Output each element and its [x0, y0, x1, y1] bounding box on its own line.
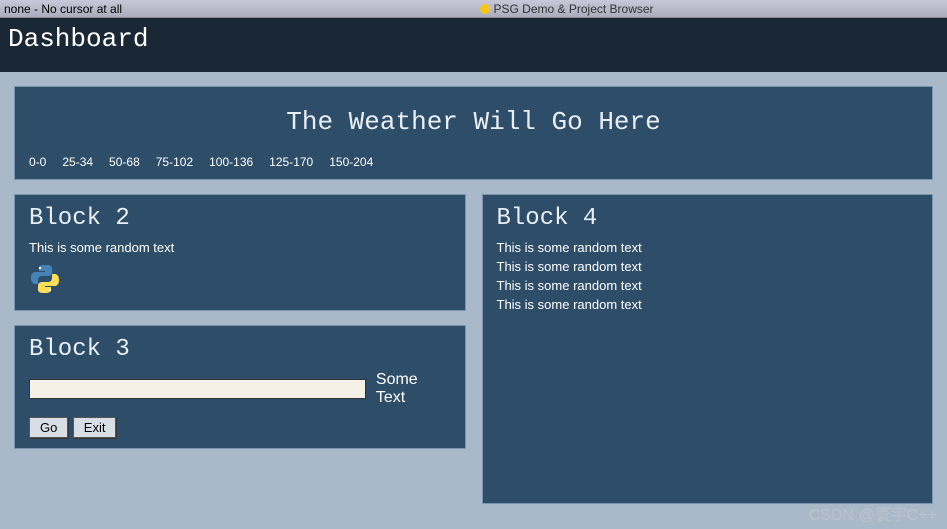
titlebar-right-text: PSG Demo & Project Browser — [494, 2, 654, 16]
block-4-line: This is some random text — [497, 297, 919, 312]
block-3-title: Block 3 — [29, 336, 451, 363]
page-title: Dashboard — [8, 24, 148, 54]
range-item: 150-204 — [329, 155, 373, 169]
range-item: 0-0 — [29, 155, 46, 169]
range-item: 25-34 — [62, 155, 93, 169]
weather-panel: The Weather Will Go Here 0-0 25-34 50-68… — [14, 86, 933, 180]
block-4-line: This is some random text — [497, 240, 919, 255]
block-4-title: Block 4 — [497, 205, 919, 232]
block-2-title: Block 2 — [29, 205, 451, 232]
weather-ranges: 0-0 25-34 50-68 75-102 100-136 125-170 1… — [29, 155, 918, 169]
range-item: 50-68 — [109, 155, 140, 169]
titlebar-right: PSG Demo & Project Browser — [472, 2, 947, 16]
block-4-panel: Block 4 This is some random text This is… — [482, 194, 934, 504]
block-3-label: Some Text — [376, 371, 451, 407]
python-icon — [29, 263, 451, 300]
exit-button[interactable]: Exit — [73, 417, 117, 438]
window-titlebar: none - No cursor at all PSG Demo & Proje… — [0, 0, 947, 18]
range-item: 100-136 — [209, 155, 253, 169]
block-4-line: This is some random text — [497, 278, 919, 293]
block-2-panel: Block 2 This is some random text — [14, 194, 466, 311]
lightbulb-icon — [480, 4, 490, 14]
titlebar-left-text: none - No cursor at all — [0, 2, 472, 16]
block-3-input[interactable] — [29, 379, 366, 399]
range-item: 125-170 — [269, 155, 313, 169]
go-button[interactable]: Go — [29, 417, 68, 438]
weather-title: The Weather Will Go Here — [29, 107, 918, 137]
block-3-panel: Block 3 Some Text Go Exit — [14, 325, 466, 449]
page-header: Dashboard — [0, 18, 947, 72]
range-item: 75-102 — [156, 155, 193, 169]
block-4-line: This is some random text — [497, 259, 919, 274]
block-2-text: This is some random text — [29, 240, 451, 255]
